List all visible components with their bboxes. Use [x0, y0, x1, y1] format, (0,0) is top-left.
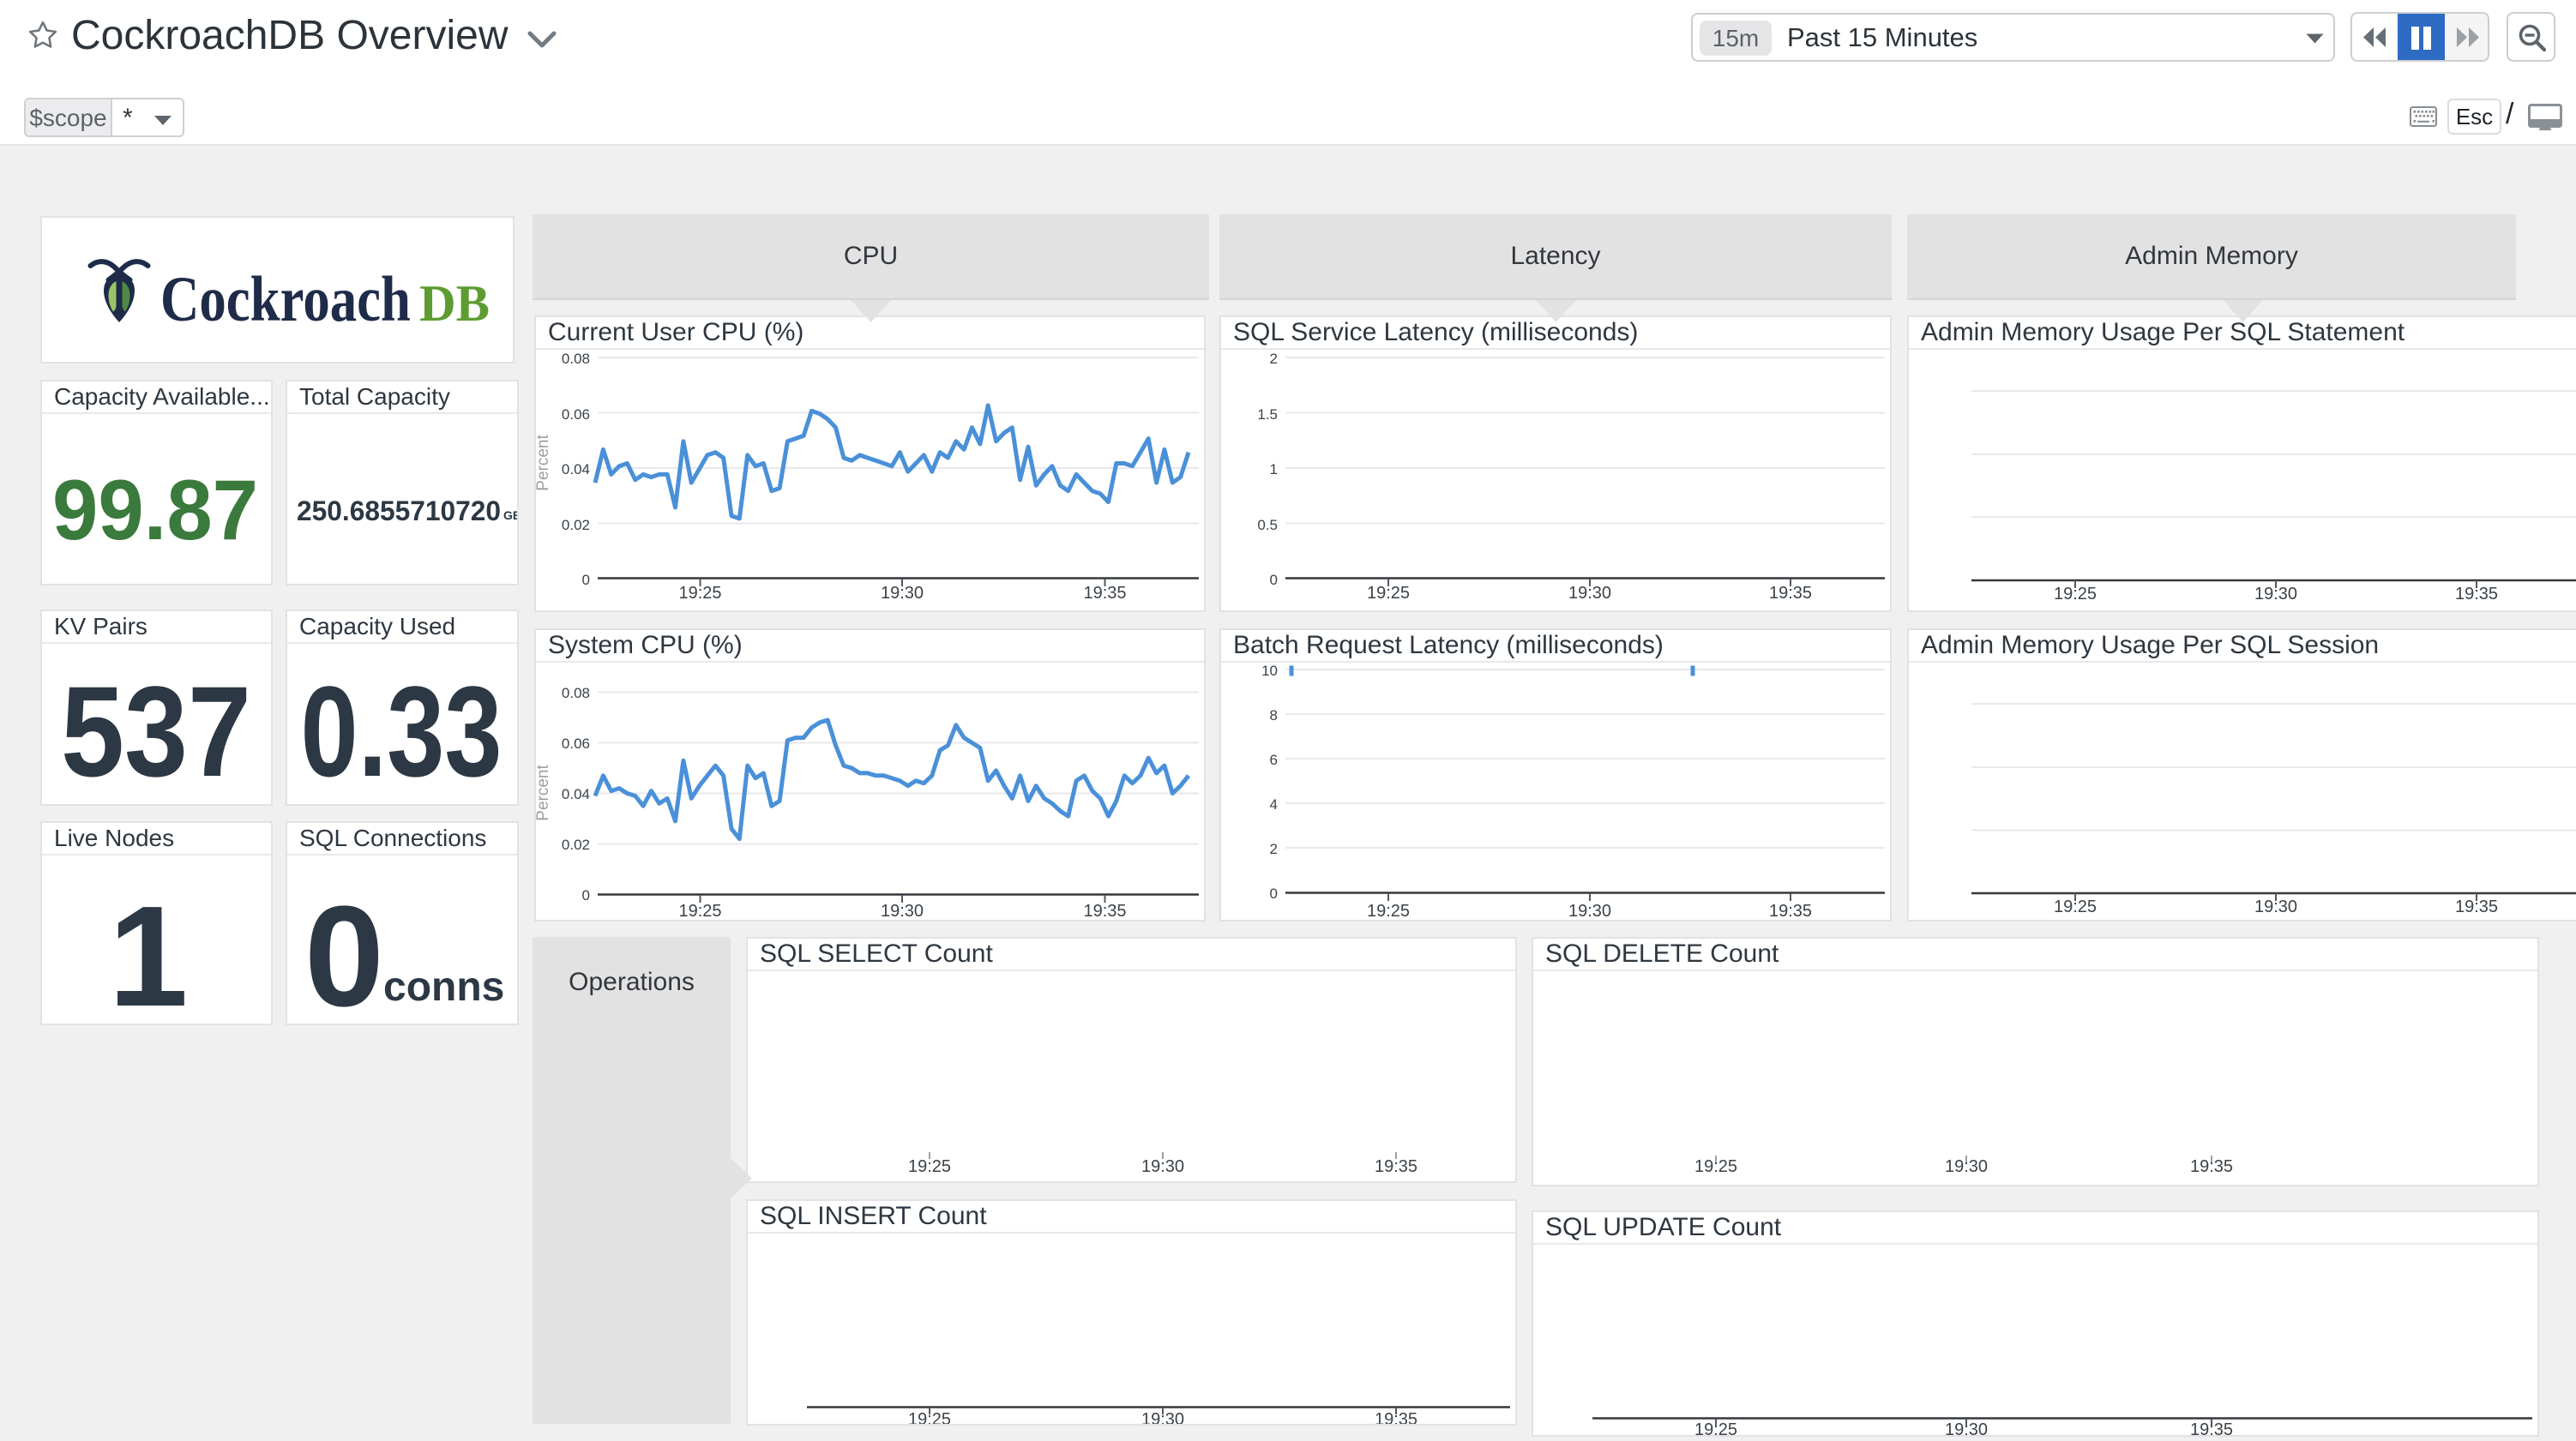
svg-text:0.02: 0.02 — [562, 837, 590, 853]
svg-text:0.08: 0.08 — [562, 685, 590, 701]
svg-text:19:30: 19:30 — [1945, 1420, 1988, 1435]
svg-text:19:35: 19:35 — [2455, 585, 2498, 603]
svg-text:6: 6 — [1270, 752, 1278, 768]
svg-text:GB: GB — [503, 508, 517, 522]
svg-text:19:30: 19:30 — [2254, 898, 2297, 916]
svg-text:19:35: 19:35 — [2190, 1157, 2233, 1176]
svg-text:0.5: 0.5 — [1257, 517, 1278, 533]
svg-text:0: 0 — [1270, 572, 1278, 588]
svg-text:0.04: 0.04 — [562, 786, 590, 802]
svg-text:19:35: 19:35 — [2455, 898, 2498, 916]
svg-text:1: 1 — [1270, 461, 1278, 477]
svg-text:250.6855710720: 250.6855710720 — [297, 495, 501, 526]
svg-text:19:35: 19:35 — [2190, 1420, 2233, 1435]
svg-text:19:30: 19:30 — [1568, 584, 1611, 603]
svg-text:2: 2 — [1270, 841, 1278, 857]
svg-text:0: 0 — [1270, 886, 1278, 902]
svg-text:conns: conns — [383, 964, 504, 1010]
svg-text:19:30: 19:30 — [1141, 1410, 1184, 1424]
svg-text:19:35: 19:35 — [1083, 902, 1126, 920]
svg-text:8: 8 — [1270, 707, 1278, 724]
svg-text:19:30: 19:30 — [1945, 1157, 1988, 1176]
svg-text:DB: DB — [419, 275, 490, 332]
svg-text:0.08: 0.08 — [562, 351, 590, 367]
svg-text:537: 537 — [61, 659, 251, 803]
svg-text:10: 10 — [1261, 663, 1278, 679]
svg-text:19:25: 19:25 — [1694, 1420, 1737, 1435]
svg-text:1.5: 1.5 — [1257, 406, 1278, 423]
svg-text:19:35: 19:35 — [1769, 902, 1812, 920]
svg-text:19:25: 19:25 — [678, 584, 721, 603]
svg-text:0.04: 0.04 — [562, 461, 590, 477]
svg-text:0.33: 0.33 — [301, 659, 503, 803]
svg-text:19:25: 19:25 — [2054, 898, 2097, 916]
svg-text:19:25: 19:25 — [1694, 1157, 1737, 1176]
svg-text:19:30: 19:30 — [2254, 585, 2297, 603]
svg-text:0.06: 0.06 — [562, 736, 590, 752]
svg-text:19:25: 19:25 — [908, 1157, 951, 1176]
svg-text:19:30: 19:30 — [1141, 1157, 1184, 1176]
svg-text:1: 1 — [109, 877, 189, 1024]
svg-text:19:25: 19:25 — [678, 902, 721, 920]
svg-text:19:35: 19:35 — [1375, 1157, 1417, 1176]
svg-text:Cockroach: Cockroach — [160, 264, 411, 335]
svg-text:0: 0 — [582, 887, 590, 904]
svg-text:0: 0 — [582, 572, 590, 588]
svg-text:0.06: 0.06 — [562, 406, 590, 423]
svg-text:19:35: 19:35 — [1375, 1410, 1417, 1424]
svg-text:19:25: 19:25 — [2054, 585, 2097, 603]
svg-text:0: 0 — [304, 877, 384, 1024]
svg-text:19:30: 19:30 — [1568, 902, 1611, 920]
svg-text:Percent: Percent — [536, 435, 552, 491]
svg-text:0.02: 0.02 — [562, 517, 590, 533]
svg-text:19:25: 19:25 — [908, 1410, 951, 1424]
svg-text:19:35: 19:35 — [1769, 584, 1812, 603]
svg-text:19:35: 19:35 — [1083, 584, 1126, 603]
svg-text:2: 2 — [1270, 351, 1278, 367]
svg-text:Percent: Percent — [536, 765, 552, 821]
svg-text:4: 4 — [1270, 796, 1278, 813]
svg-text:99.87: 99.87 — [52, 462, 258, 557]
svg-text:19:30: 19:30 — [881, 584, 924, 603]
svg-text:19:25: 19:25 — [1367, 902, 1410, 920]
svg-text:19:30: 19:30 — [881, 902, 924, 920]
svg-text:19:25: 19:25 — [1367, 584, 1410, 603]
